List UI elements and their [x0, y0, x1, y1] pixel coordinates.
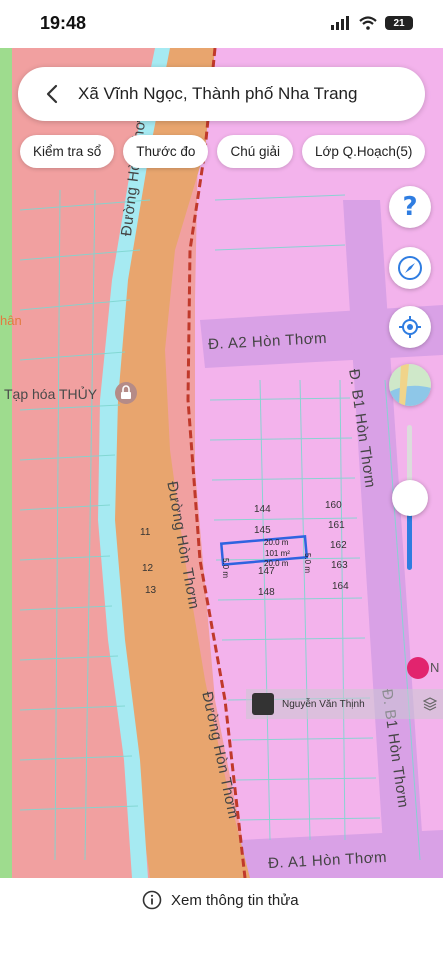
location-title[interactable]: Xã Vĩnh Ngọc, Thành phố Nha Trang — [78, 84, 357, 104]
back-arrow-icon[interactable] — [30, 72, 74, 116]
parcel-width-top: 20.0 m — [264, 538, 289, 547]
legend-chip[interactable]: Chú giải — [217, 135, 293, 168]
locate-button[interactable] — [389, 306, 431, 348]
owner-avatar — [252, 693, 274, 715]
parcel-number[interactable]: 13 — [145, 585, 156, 596]
parcel-number[interactable]: 11 — [140, 527, 150, 538]
parcel-depth-right: 5.0 m — [303, 553, 312, 574]
compass-icon — [398, 256, 422, 280]
zoom-slider-knob[interactable] — [392, 480, 428, 516]
parcel-depth-left: 5.0 m — [221, 558, 230, 579]
status-icons: 21 — [331, 16, 413, 30]
wifi-icon — [359, 16, 377, 30]
view-parcel-info-button[interactable]: Xem thông tin thửa — [142, 890, 299, 910]
parcel-number[interactable]: 160 — [325, 500, 342, 511]
poi-shop-label[interactable]: Tạp hóa THỦY — [4, 386, 97, 402]
help-button[interactable]: ? — [389, 186, 431, 228]
parcel-number[interactable]: 164 — [332, 581, 349, 592]
parcel-number[interactable]: 144 — [254, 504, 271, 515]
poi-label-right: N — [430, 660, 440, 675]
planning-layer-chip[interactable]: Lớp Q.Hoạch(5) — [301, 135, 426, 168]
status-time: 19:48 — [40, 13, 87, 33]
view-parcel-info-label: Xem thông tin thửa — [171, 891, 299, 909]
layers-icon — [423, 697, 437, 711]
info-icon — [142, 890, 162, 910]
search-bar[interactable]: Xã Vĩnh Ngọc, Thành phố Nha Trang — [18, 67, 425, 121]
question-icon: ? — [402, 192, 418, 222]
owner-banner: Nguyễn Văn Thịnh — [246, 689, 443, 719]
signal-icon — [331, 16, 349, 30]
map-layer-thumbnail[interactable] — [389, 364, 431, 406]
parcel-number[interactable]: 163 — [331, 560, 348, 571]
parcel-area: 101 m² — [265, 549, 290, 558]
parcel-number[interactable]: 148 — [258, 587, 275, 598]
parcel-number[interactable]: 161 — [328, 520, 345, 531]
chip-row: Kiểm tra sổ Thước đo Chú giải Lớp Q.Hoạc… — [20, 135, 426, 168]
status-bar: 19:48 21 — [0, 0, 443, 48]
compass-button[interactable] — [389, 247, 431, 289]
parcel-width-bottom: 20.0 m — [264, 559, 289, 568]
parcel-number[interactable]: 162 — [330, 540, 347, 551]
locate-icon — [399, 316, 421, 338]
parcel-number[interactable]: 145 — [254, 525, 271, 536]
parcel-number[interactable]: 12 — [142, 563, 153, 574]
poi-label-cut: hân — [0, 313, 22, 328]
measure-chip[interactable]: Thước đo — [123, 135, 209, 168]
battery-icon: 21 — [385, 16, 413, 30]
check-certificate-chip[interactable]: Kiểm tra sổ — [20, 135, 115, 168]
owner-name: Nguyễn Văn Thịnh — [282, 698, 365, 710]
